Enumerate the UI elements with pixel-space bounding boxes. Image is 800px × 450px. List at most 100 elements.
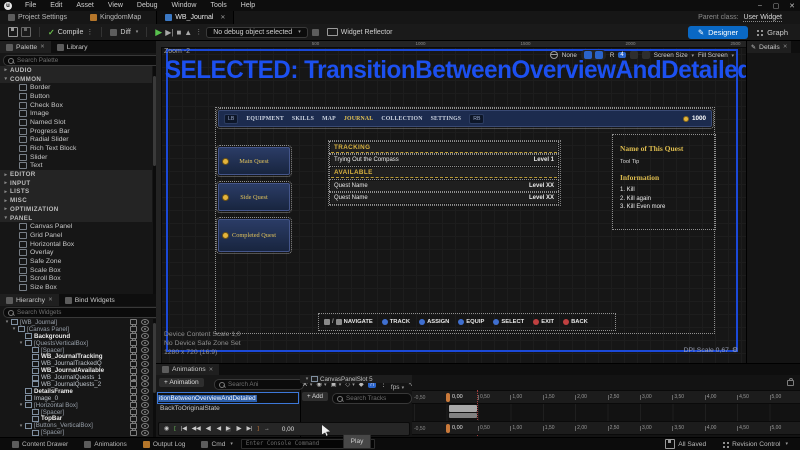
eye-icon[interactable] (141, 319, 149, 325)
stop-button[interactable]: ■ (176, 28, 181, 37)
palette-row[interactable]: Safe Zone (0, 257, 152, 266)
menu-item[interactable]: Window (165, 2, 204, 9)
transport-button[interactable]: |◀ (180, 426, 188, 432)
caret-icon[interactable]: ▾ (17, 402, 25, 408)
transport-button[interactable]: ◀ (216, 426, 222, 432)
designer-mode-button[interactable]: ✎ Designer (688, 26, 748, 39)
caret-icon[interactable]: ▾ (2, 215, 10, 221)
preview-none-dropdown[interactable]: None (562, 52, 577, 59)
safe-zone-icon[interactable] (630, 51, 638, 59)
palette-row[interactable]: Border (0, 83, 152, 92)
eye-icon[interactable] (141, 333, 149, 339)
track-lane[interactable] (412, 404, 800, 421)
tab-hierarchy[interactable]: Hierarchy ✕ (0, 294, 59, 306)
palette-row[interactable]: Overlay (0, 248, 152, 257)
quest-row[interactable]: Quest Name Level XX (331, 193, 557, 203)
menu-item[interactable]: Tools (203, 2, 233, 9)
eye-icon[interactable] (141, 423, 149, 429)
tab-bind-widgets[interactable]: Bind Widgets (59, 294, 121, 306)
palette-row[interactable]: Scroll Box (0, 275, 152, 284)
menu-item[interactable]: Asset (69, 2, 101, 9)
menu-item[interactable]: View (101, 2, 130, 9)
palette-row[interactable]: Progress Bar (0, 127, 152, 136)
palette-row[interactable]: ▸ LISTS (0, 188, 152, 197)
close-icon[interactable]: ✕ (40, 44, 45, 50)
palette-row[interactable]: ▸ OPTIMIZATION (0, 205, 152, 214)
game-menu-tab[interactable]: EQUIPMENT (246, 116, 284, 122)
cmd-dropdown[interactable]: Cmd ▾ (193, 441, 240, 448)
palette-row[interactable]: Scale Box (0, 266, 152, 275)
graph-mode-button[interactable]: Graph (748, 26, 796, 39)
tab-library[interactable]: Library (51, 41, 94, 53)
playhead-marker[interactable] (446, 424, 450, 433)
close-icon[interactable]: ✕ (209, 367, 214, 373)
palette-row[interactable]: Grid Panel (0, 231, 152, 240)
minimize-button[interactable]: – (752, 2, 768, 9)
caret-icon[interactable]: ▸ (2, 180, 10, 186)
asset-tab[interactable]: WB_Journal ✕ (156, 11, 234, 24)
palette-row[interactable]: Button (0, 92, 152, 101)
all-saved-indicator[interactable]: All Saved (657, 439, 714, 449)
eye-icon[interactable] (141, 340, 149, 346)
add-animation-button[interactable]: + Animation (159, 378, 204, 387)
fill-screen-dropdown[interactable]: Fill Screen ▾ (698, 52, 734, 59)
lock-icon[interactable] (130, 430, 137, 436)
add-track-button[interactable]: + Add (302, 392, 328, 401)
play-options-icon[interactable]: ⋮ (195, 28, 202, 36)
save-icon[interactable] (8, 27, 18, 37)
hierarchy-row[interactable]: [Spacer] (0, 429, 156, 436)
close-icon[interactable]: ✕ (48, 297, 53, 303)
animations-statusbar-button[interactable]: Animations (76, 441, 135, 448)
eye-icon[interactable] (141, 361, 149, 367)
tab-details[interactable]: ✎ Details ✕ (747, 41, 791, 53)
revision-control-dropdown[interactable]: Revision Control ▾ (714, 441, 796, 448)
eye-icon[interactable] (141, 375, 149, 381)
transport-button[interactable]: ] (256, 426, 260, 432)
menu-item[interactable]: File (18, 2, 43, 9)
game-menu-tab[interactable]: JOURNAL (344, 116, 373, 122)
palette-row[interactable]: ▸ EDITOR (0, 170, 152, 179)
play-button[interactable]: ▶ (155, 27, 162, 38)
game-menu-tab[interactable]: SETTINGS (431, 116, 462, 122)
screen-size-dropdown[interactable]: Screen Size ▾ (654, 52, 694, 59)
caret-icon[interactable]: ▸ (2, 67, 10, 73)
completed-quest-button[interactable]: Completed Quest (218, 219, 290, 252)
lock-icon[interactable] (787, 380, 794, 386)
content-drawer-button[interactable]: Content Drawer (4, 441, 76, 448)
transport-button[interactable]: ◀| (205, 426, 213, 432)
caret-icon[interactable]: ▾ (303, 376, 311, 382)
caret-icon[interactable]: ▾ (10, 326, 18, 332)
palette-row[interactable]: Named Slot (0, 118, 152, 127)
menu-item[interactable]: Help (234, 2, 262, 9)
caret-icon[interactable]: ▸ (2, 198, 10, 204)
animation-list-item[interactable]: BackToOriginalState (160, 405, 220, 412)
caret-icon[interactable]: ▾ (17, 423, 25, 429)
palette-row[interactable]: ▸ INPUT (0, 179, 152, 188)
timeline-ruler-bottom[interactable]: -0,50 0,00 0,501,001,502,002,503,003,504… (412, 421, 800, 435)
step-button[interactable]: ▶| (165, 28, 173, 37)
hierarchy-search-input[interactable]: Search Widgets (3, 307, 161, 318)
eye-icon[interactable] (141, 430, 149, 436)
eye-icon[interactable] (141, 381, 149, 387)
eye-icon[interactable] (141, 354, 149, 360)
lock-tool-icon[interactable] (595, 51, 603, 59)
transport-button[interactable]: ◉ (163, 426, 170, 432)
quest-row[interactable]: Quest Name Level XX (331, 181, 557, 191)
cursor-tool-icon[interactable] (584, 51, 592, 59)
output-log-button[interactable]: Output Log (135, 441, 194, 448)
palette-row[interactable]: Text (0, 162, 152, 171)
transport-button[interactable]: ◀◀ (191, 426, 202, 432)
tab-palette[interactable]: Palette ✕ (0, 41, 51, 53)
timeline-ruler-top[interactable]: -0,50 0,00 0,501,001,502,002,503,003,504… (412, 390, 800, 404)
transport-button[interactable]: → (263, 426, 271, 432)
designer-canvas[interactable]: 5001000150020002500 Zoom -2 SELECTED: Tr… (156, 41, 746, 363)
palette-row[interactable]: Check Box (0, 101, 152, 110)
diff-button[interactable]: Diff ▾ (106, 29, 142, 36)
palette-search-input[interactable]: Search Palette (3, 55, 161, 66)
grid-snap-toggle[interactable]: 4 (618, 52, 625, 58)
current-time-display[interactable]: 0,00 (282, 426, 294, 433)
eye-icon[interactable] (141, 347, 149, 353)
transport-button[interactable]: ▶| (245, 426, 253, 432)
game-top-bar[interactable]: LB EQUIPMENTSKILLSMAPJOURNALCOLLECTIONSE… (218, 110, 712, 127)
eject-button[interactable]: ▲ (184, 28, 192, 37)
